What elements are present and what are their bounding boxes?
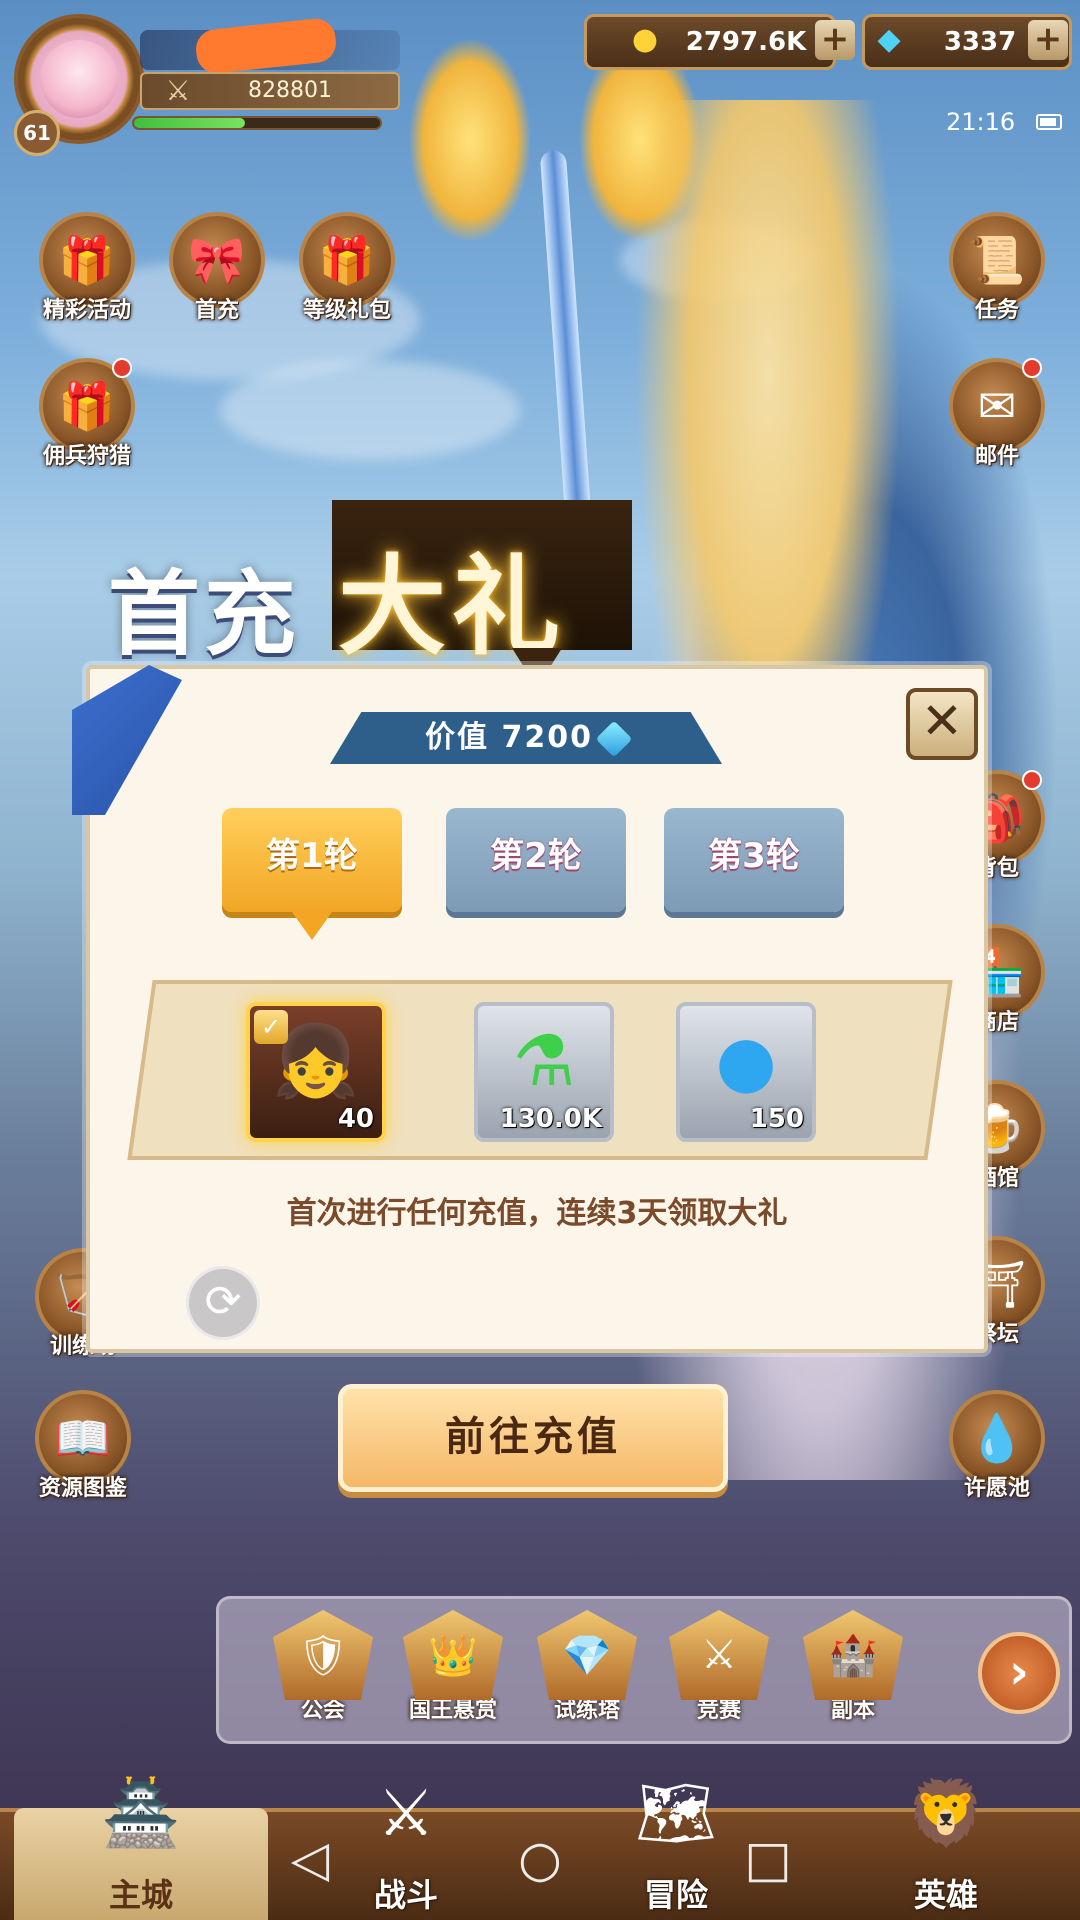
coin-icon: ● [631,21,659,57]
adventure-icon: 🗺 [635,1777,717,1851]
first-recharge-button[interactable]: 🎀 首充 [162,212,272,324]
quest-button[interactable]: 📜 任务 [942,212,1052,324]
chevron-right-icon[interactable]: › [978,1632,1060,1714]
hero-icon: 🦁 [906,1777,986,1851]
event-button[interactable]: 🎁 精彩活动 [32,212,142,324]
dungeon-icon: 🏰 [803,1610,903,1700]
add-gem-button[interactable]: + [1028,20,1068,60]
back-icon[interactable]: ◁ [280,1830,340,1888]
quest-label: 任务 [974,298,1019,323]
diamond-icon: ◆ [877,21,901,57]
blue-orb-icon: ● [715,1020,777,1102]
wish-pool-button[interactable]: 💧 许愿池 [942,1390,1052,1502]
wish-pool-label: 许愿池 [963,1476,1030,1501]
battle-swords-icon: ⚔ [377,1777,435,1851]
tab-round-1[interactable]: 第1轮 [222,808,402,912]
resource-catalog-button[interactable]: 📖 资源图鉴 [28,1390,138,1502]
notification-dot [1022,770,1042,790]
reward-description: 首次进行任何充值，连续3天领取大礼 [286,1196,788,1231]
reward-count: 40 [337,1104,374,1134]
battery-icon [1036,114,1062,130]
recents-icon[interactable]: □ [738,1830,798,1888]
nav-main-city-label: 主城 [108,1876,173,1914]
gem-value: 3337 [943,27,1017,57]
status-clock: 21:16 [946,108,1016,136]
king-bounty-button[interactable]: 👑 国王悬赏 [398,1610,508,1724]
diamond-icon [595,720,633,757]
mercenary-hunt-button[interactable]: 🎁 佣兵狩猎 [32,358,142,470]
exp-bar [132,116,382,130]
reward-potion[interactable]: ⚗ 130.0K [474,1002,614,1142]
mercenary-hunt-label: 佣兵狩猎 [42,444,131,469]
guild-button[interactable]: 🛡 公会 [268,1610,378,1724]
crossed-swords-icon: ⚔ [165,74,191,107]
level-pack-button[interactable]: 🎁 等级礼包 [292,212,402,324]
nav-main-city[interactable]: 🏯 主城 [14,1777,268,1920]
nav-hero[interactable]: 🦁 英雄 [846,1777,1046,1920]
home-icon[interactable]: ○ [510,1830,570,1888]
exp-bar-fill [134,118,245,128]
reward-count: 150 [749,1104,804,1134]
notification-dot [1022,358,1042,378]
go-recharge-button[interactable]: 前往充值 [338,1384,728,1492]
nav-hero-label: 英雄 [913,1876,978,1914]
cloud-decoration [220,360,520,460]
guild-shield-icon: 🛡 [273,1610,373,1700]
add-gold-button[interactable]: + [815,20,855,60]
mail-label: 邮件 [974,444,1019,469]
arena-button[interactable]: ⚔ 竞赛 [664,1610,774,1724]
crossed-swords-icon: ⚔ [669,1610,769,1700]
value-label: 价值 7200 [425,720,593,755]
tab-round-2[interactable]: 第2轮 [446,808,626,912]
event-label: 精彩活动 [42,298,131,323]
crown-icon: 👑 [403,1610,503,1700]
wing-decoration [410,40,530,240]
castle-icon: 🏯 [101,1777,181,1851]
power-value: 828801 [248,78,332,103]
green-potion-icon: ⚗ [512,1020,576,1102]
refresh-icon[interactable]: ⟳ [186,1266,260,1340]
notification-dot [112,358,132,378]
dungeon-button[interactable]: 🏰 副本 [798,1610,908,1724]
trial-tower-button[interactable]: 💎 试练塔 [532,1610,642,1724]
gold-value: 2797.6K [685,27,807,57]
reward-orb[interactable]: ● 150 [676,1002,816,1142]
tower-icon: 💎 [537,1610,637,1700]
resource-catalog-label: 资源图鉴 [38,1476,127,1501]
tab-round-3[interactable]: 第3轮 [664,808,844,912]
reward-hero[interactable]: 👧 ✓ 40 [246,1002,386,1142]
close-button[interactable]: ✕ [906,688,978,760]
banner-title-white: 首充 [108,561,301,668]
level-pack-label: 等级礼包 [302,298,391,323]
reward-count: 130.0K [499,1104,602,1134]
avatar-face-image [40,40,118,118]
value-label-row: 价值 7200 [330,712,722,764]
player-level-badge: 61 [14,110,60,156]
mail-button[interactable]: ✉ 邮件 [942,358,1052,470]
first-recharge-label: 首充 [194,298,239,323]
check-icon: ✓ [254,1010,288,1044]
